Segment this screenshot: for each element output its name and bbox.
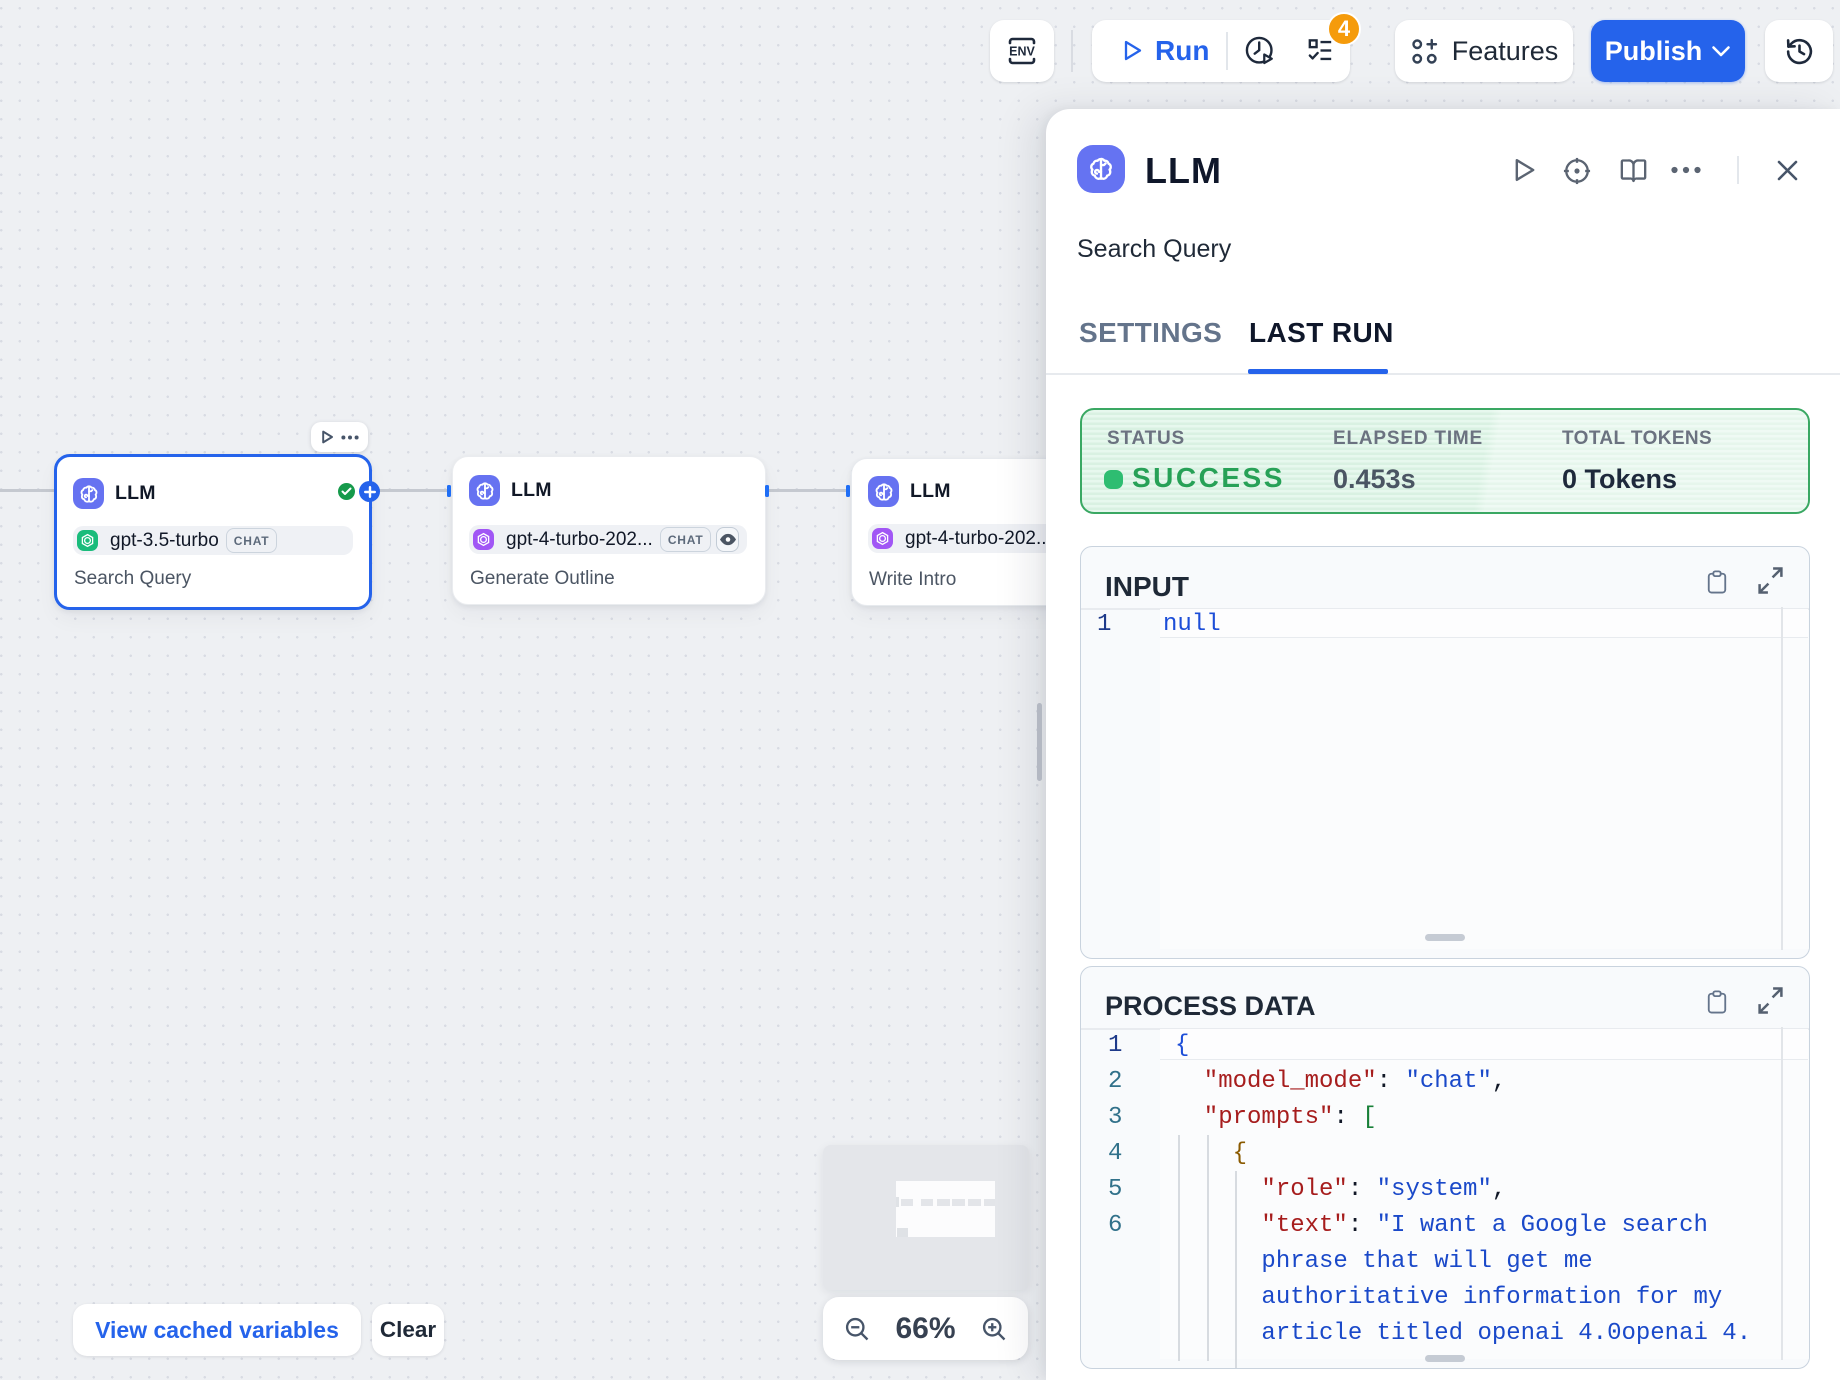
svg-text:ENV: ENV — [1009, 45, 1035, 59]
